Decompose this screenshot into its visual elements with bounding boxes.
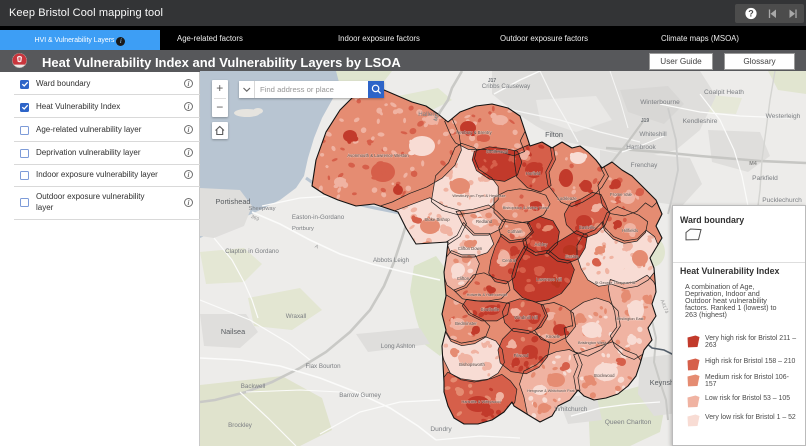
- svg-text:Backwell: Backwell: [241, 383, 265, 390]
- svg-text:Frenchay: Frenchay: [631, 162, 658, 169]
- svg-text:Whiteshill: Whiteshill: [639, 131, 666, 138]
- svg-text:Abbots Leigh: Abbots Leigh: [373, 257, 410, 264]
- svg-text:Hotwells & Harbourside: Hotwells & Harbourside: [467, 292, 508, 297]
- svg-text:Eastville: Eastville: [579, 225, 596, 230]
- svg-text:Coalpit Heath: Coalpit Heath: [704, 89, 744, 96]
- svg-text:Stockwood: Stockwood: [593, 373, 615, 378]
- svg-text:Central: Central: [502, 258, 516, 263]
- svg-text:Queen Charlton: Queen Charlton: [605, 419, 652, 426]
- svg-text:Cribbs Causeway: Cribbs Causeway: [482, 83, 531, 90]
- svg-text:Easton-in-Gordano: Easton-in-Gordano: [292, 214, 345, 221]
- svg-text:Parkfield: Parkfield: [752, 175, 778, 182]
- svg-text:Redland: Redland: [476, 219, 493, 224]
- svg-text:St George Troopers Hill: St George Troopers Hill: [595, 280, 636, 285]
- svg-text:Kendleshire: Kendleshire: [683, 118, 718, 125]
- svg-text:Clifton: Clifton: [457, 276, 470, 281]
- svg-text:Hartcliffe & Withywood: Hartcliffe & Withywood: [461, 399, 500, 404]
- svg-text:J17: J17: [488, 78, 497, 84]
- svg-text:Brockley: Brockley: [228, 422, 253, 429]
- svg-text:Westerleigh: Westerleigh: [766, 113, 801, 120]
- svg-text:Cotham: Cotham: [507, 229, 522, 234]
- svg-text:Southville: Southville: [481, 307, 500, 312]
- svg-text:Windmill Hill: Windmill Hill: [514, 315, 537, 320]
- svg-text:Whitchurch: Whitchurch: [555, 406, 588, 413]
- svg-text:Wraxall: Wraxall: [286, 313, 307, 320]
- svg-text:Lockleaze: Lockleaze: [557, 196, 577, 201]
- svg-text:Ashley: Ashley: [535, 242, 549, 247]
- svg-text:Avonmouth & Lawrence Weston: Avonmouth & Lawrence Weston: [347, 153, 409, 158]
- svg-text:Long Ashton: Long Ashton: [381, 343, 416, 350]
- svg-text:Stoke Bishop: Stoke Bishop: [424, 217, 450, 222]
- svg-text:Horfield: Horfield: [526, 171, 541, 176]
- svg-text:M4: M4: [749, 161, 757, 167]
- svg-text:Frome Vale: Frome Vale: [610, 192, 632, 197]
- svg-text:Dundry: Dundry: [430, 426, 452, 433]
- svg-text:Winterbourne: Winterbourne: [640, 99, 680, 106]
- svg-text:Bedminster: Bedminster: [455, 321, 477, 326]
- svg-text:Knowle: Knowle: [546, 334, 561, 339]
- svg-text:Lawrence Hill: Lawrence Hill: [536, 277, 562, 282]
- svg-text:Clifton Down: Clifton Down: [458, 246, 483, 251]
- svg-text:Brislington East: Brislington East: [616, 316, 644, 321]
- svg-text:?: ?: [748, 9, 754, 19]
- svg-text:Filton: Filton: [545, 130, 563, 139]
- svg-text:Hillfields: Hillfields: [622, 228, 638, 233]
- svg-text:Nailsea: Nailsea: [221, 327, 246, 336]
- svg-text:Henbury & Brentry: Henbury & Brentry: [456, 130, 492, 135]
- svg-text:Easton: Easton: [565, 254, 579, 259]
- svg-text:Hambrook: Hambrook: [626, 144, 656, 151]
- svg-text:Hengrove & Whitchurch Park: Hengrove & Whitchurch Park: [527, 389, 575, 393]
- svg-text:Sheepway: Sheepway: [248, 206, 275, 212]
- svg-text:Portishead: Portishead: [216, 197, 251, 206]
- svg-text:Clapton in Gordano: Clapton in Gordano: [225, 248, 279, 255]
- svg-text:Bishopsworth: Bishopsworth: [459, 362, 485, 367]
- svg-text:Brislington West: Brislington West: [578, 340, 607, 345]
- svg-text:Filwood: Filwood: [514, 353, 529, 358]
- svg-text:Barrow Gurney: Barrow Gurney: [339, 392, 382, 399]
- svg-text:Pucklechurch: Pucklechurch: [762, 197, 802, 204]
- svg-text:Flax Bourton: Flax Bourton: [305, 363, 341, 370]
- svg-text:Portbury: Portbury: [292, 226, 314, 232]
- svg-text:Bishopston & Ashley Down: Bishopston & Ashley Down: [503, 205, 550, 210]
- svg-text:Westbury-on-Trym & Henleaze: Westbury-on-Trym & Henleaze: [452, 193, 505, 198]
- svg-text:J19: J19: [641, 118, 650, 124]
- svg-text:Southmead: Southmead: [486, 149, 509, 154]
